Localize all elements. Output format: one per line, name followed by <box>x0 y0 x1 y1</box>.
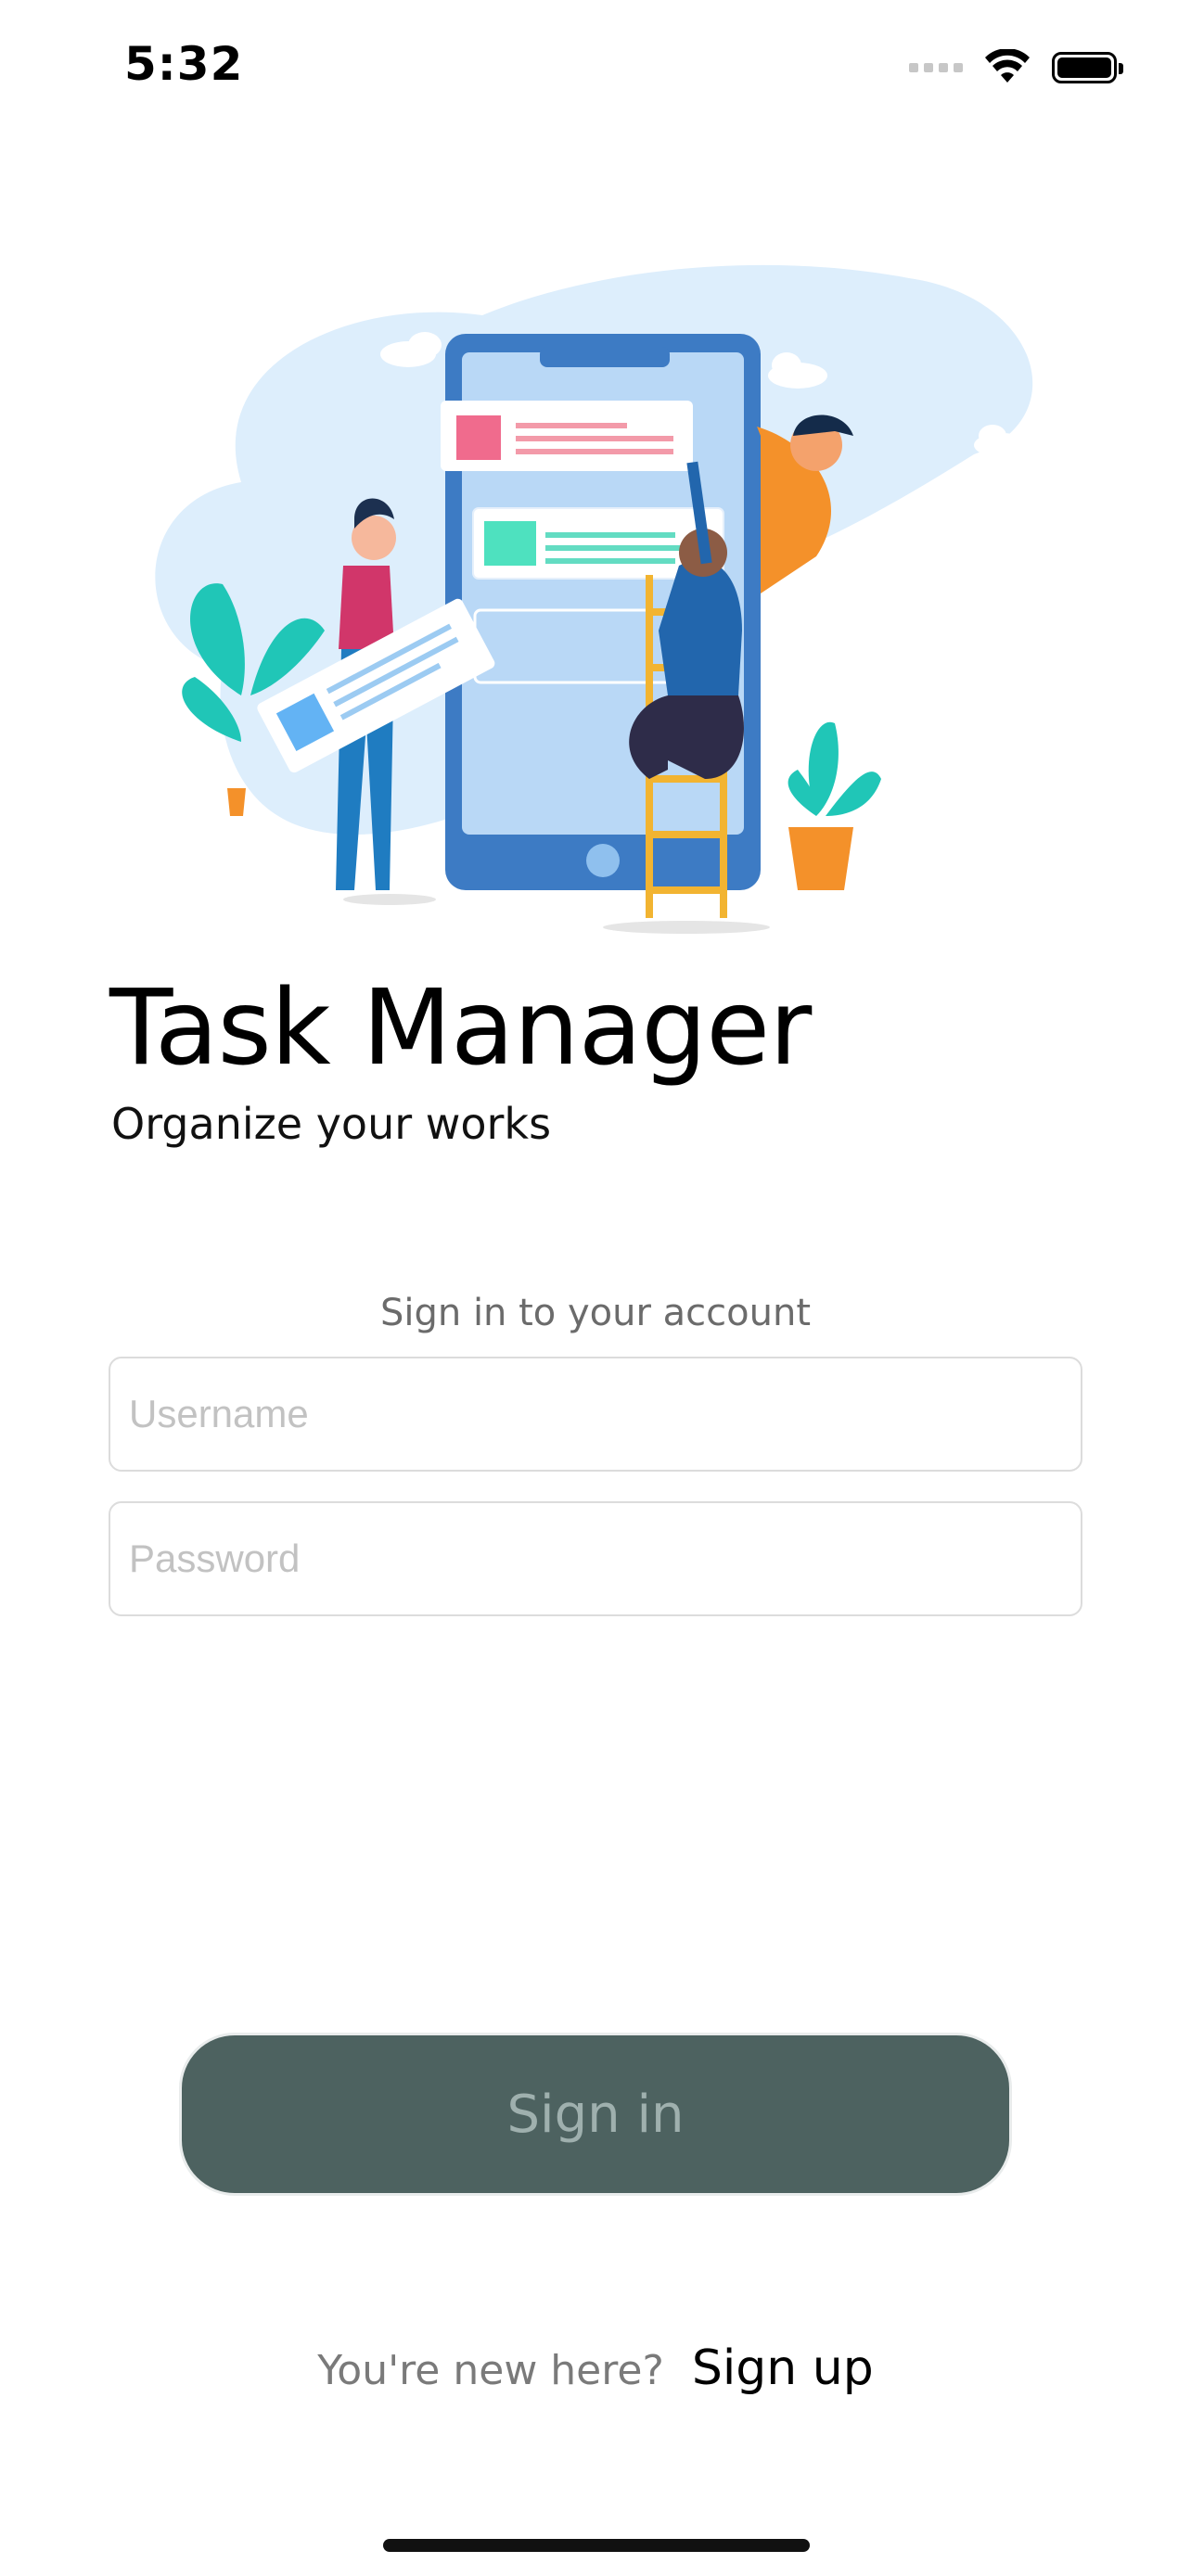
password-field-container <box>109 1501 1082 1616</box>
status-icons <box>909 45 1123 91</box>
app-title: Task Manager <box>109 968 812 1089</box>
signin-caption: Sign in to your account <box>379 1292 812 1334</box>
signup-link[interactable]: Sign up <box>692 2340 874 2396</box>
signup-prompt: You're new here? Sign up <box>0 2340 1191 2396</box>
username-input[interactable] <box>110 1358 1081 1470</box>
home-indicator[interactable] <box>383 2539 810 2552</box>
signin-button[interactable]: Sign in <box>179 2033 1012 2196</box>
password-input[interactable] <box>110 1503 1081 1614</box>
cellular-signal-icon <box>909 63 963 72</box>
battery-icon <box>1052 52 1123 83</box>
wifi-icon <box>985 49 1030 83</box>
username-field-container <box>109 1357 1082 1472</box>
signup-question: You're new here? <box>317 2347 664 2394</box>
app-subtitle: Organize your works <box>111 1099 552 1149</box>
task-illustration <box>155 264 1033 934</box>
status-time: 5:32 <box>124 37 244 91</box>
